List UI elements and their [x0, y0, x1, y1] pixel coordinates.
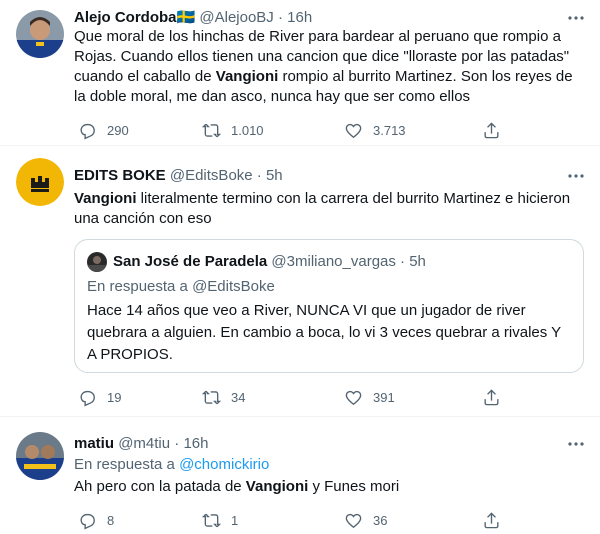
more-options-icon[interactable] — [566, 166, 586, 186]
like-button[interactable]: 36 — [344, 510, 387, 530]
like-count: 3.713 — [373, 122, 406, 138]
retweet-button[interactable]: 34 — [202, 387, 245, 407]
heart-icon — [345, 513, 362, 528]
tweet-text: Que moral de los hinchas de River para b… — [74, 28, 573, 105]
tweet-text: Ah pero con la patada de Vangioni y Fune… — [74, 478, 400, 495]
like-button[interactable]: 391 — [344, 387, 395, 407]
like-count: 391 — [373, 389, 395, 405]
heart-icon — [345, 390, 362, 405]
tweet-text: Vangioni literalmente termino con la car… — [74, 190, 571, 227]
share-icon — [484, 121, 499, 138]
display-name[interactable]: matiu — [74, 435, 114, 452]
tweet[interactable]: EDITS BOKE @EditsBoke · 5h Vangioni lite… — [0, 158, 600, 417]
retweet-count: 1 — [231, 512, 239, 528]
display-name[interactable]: EDITS BOKE — [74, 167, 166, 184]
avatar[interactable] — [16, 432, 64, 480]
reply-button[interactable]: 19 — [78, 387, 121, 407]
tweet[interactable]: Alejo Cordoba🇸🇪 @AlejooBJ · 16h Que mora… — [0, 0, 600, 146]
reply-count: 8 — [107, 512, 115, 528]
avatar[interactable] — [16, 10, 64, 58]
replying-to: En respuesta a @chomickirio — [74, 456, 270, 473]
like-count: 36 — [373, 512, 388, 528]
share-button[interactable] — [482, 387, 501, 407]
retweet-button[interactable]: 1.010 — [202, 120, 264, 140]
quoted-tweet[interactable]: San José de Paradela @3miliano_vargas · … — [74, 239, 584, 373]
display-name[interactable]: Alejo Cordoba — [74, 9, 177, 26]
reply-icon — [80, 390, 95, 406]
reply-to-link[interactable]: @chomickirio — [179, 456, 269, 473]
flag-emoji: 🇸🇪 — [176, 9, 196, 26]
reply-button[interactable]: 8 — [78, 510, 114, 530]
avatar — [87, 252, 107, 272]
quoted-display-name: San José de Paradela — [113, 253, 268, 270]
quoted-text: Hace 14 años que veo a River, NUNCA VI q… — [87, 302, 562, 363]
timestamp[interactable]: 5h — [266, 167, 283, 184]
more-options-icon[interactable] — [566, 434, 586, 454]
share-button[interactable] — [482, 120, 501, 140]
quoted-timestamp: 5h — [409, 253, 426, 270]
reply-icon — [80, 123, 95, 139]
quoted-handle: @3miliano_vargas — [271, 253, 396, 270]
handle[interactable]: @m4tiu — [118, 435, 170, 452]
retweet-icon — [202, 513, 221, 527]
reply-button[interactable]: 290 — [78, 120, 129, 140]
retweet-icon — [202, 123, 221, 137]
handle[interactable]: @AlejooBJ — [199, 9, 273, 26]
avatar[interactable] — [16, 158, 64, 206]
like-button[interactable]: 3.713 — [344, 120, 406, 140]
more-options-icon[interactable] — [566, 8, 586, 28]
retweet-count: 1.010 — [231, 122, 264, 138]
share-icon — [484, 511, 499, 528]
share-icon — [484, 388, 499, 405]
share-button[interactable] — [482, 510, 501, 530]
reply-icon — [80, 513, 95, 529]
retweet-count: 34 — [231, 389, 246, 405]
timestamp[interactable]: 16h — [183, 435, 208, 452]
tweet[interactable]: matiu @m4tiu · 16h En respuesta a @chomi… — [0, 428, 600, 534]
handle[interactable]: @EditsBoke — [170, 167, 253, 184]
timestamp[interactable]: 16h — [287, 9, 312, 26]
reply-count: 290 — [107, 122, 129, 138]
retweet-icon — [202, 390, 221, 404]
replying-to: En respuesta a @EditsBoke — [87, 278, 275, 295]
reply-count: 19 — [107, 389, 122, 405]
retweet-button[interactable]: 1 — [202, 510, 238, 530]
heart-icon — [345, 123, 362, 138]
